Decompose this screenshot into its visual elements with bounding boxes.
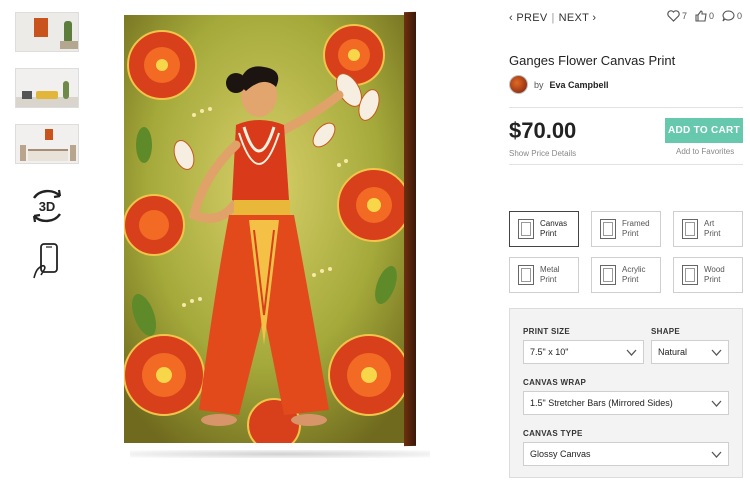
next-link[interactable]: NEXT › (559, 12, 597, 24)
like-count: 7 (681, 11, 687, 21)
canvas-type-select[interactable]: Glossy Canvas (523, 442, 729, 466)
framed-print-icon (600, 219, 616, 239)
social-actions: 7 0 0 (667, 10, 742, 22)
canvas-wrap-select[interactable]: 1.5" Stretcher Bars (Mirrored Sides) (523, 391, 729, 415)
wood-print-icon (682, 265, 698, 285)
chevron-down-icon (711, 400, 722, 407)
print-options-panel: PRINT SIZE 7.5" x 10" SHAPE Natural CANV… (509, 308, 743, 478)
canvas-wrap-value: 1.5" Stretcher Bars (Mirrored Sides) (530, 398, 673, 408)
thumbnail-artwork-wall[interactable] (15, 12, 79, 52)
product-title: Ganges Flower Canvas Print (509, 53, 676, 68)
comment-icon (722, 10, 735, 22)
acrylic-print-icon (600, 265, 616, 285)
canvas-type-value: Glossy Canvas (530, 449, 591, 459)
canvas-type-label: CANVAS TYPE (523, 429, 583, 438)
prev-label: PREV (516, 12, 548, 24)
artist-name-link[interactable]: Eva Campbell (550, 80, 609, 90)
comment-button[interactable]: 0 (722, 10, 742, 22)
canvas-print-icon (518, 219, 534, 239)
shape-label: SHAPE (651, 327, 681, 336)
product-type-label: Wood Print (704, 265, 725, 284)
product-type-label: Canvas Print (540, 219, 568, 238)
thumbs-up-count: 0 (708, 11, 714, 21)
product-type-metal-print[interactable]: Metal Print (509, 257, 579, 293)
artwork-canvas-preview[interactable] (124, 11, 430, 458)
artwork-image (124, 15, 404, 443)
prev-next-nav: ‹ PREV | NEXT › (509, 12, 596, 24)
product-type-acrylic-print[interactable]: Acrylic Print (591, 257, 661, 293)
thumbs-up-icon (695, 10, 707, 22)
price: $70.00 (509, 118, 577, 143)
thumbs-up-button[interactable]: 0 (695, 10, 714, 22)
product-type-art-print[interactable]: Art Print (673, 211, 743, 247)
comment-count: 0 (736, 11, 742, 21)
product-type-label: Metal Print (540, 265, 560, 284)
add-to-cart-button[interactable]: ADD TO CART (665, 118, 743, 143)
heart-icon (667, 10, 680, 22)
canvas-edge (404, 11, 416, 447)
product-type-label: Acrylic Print (622, 265, 646, 284)
by-label: by (534, 79, 544, 90)
thumbnail-room-bedroom[interactable] (15, 124, 79, 164)
print-size-value: 7.5" x 10" (530, 347, 569, 357)
art-print-icon (682, 219, 698, 239)
like-button[interactable]: 7 (667, 10, 687, 22)
chevron-down-icon (711, 349, 722, 356)
shape-value: Natural (658, 347, 688, 357)
divider (509, 164, 743, 165)
shape-select[interactable]: Natural (651, 340, 729, 364)
artist-info: by Eva Campbell (509, 75, 609, 94)
nav-separator: | (551, 12, 555, 24)
product-type-wood-print[interactable]: Wood Print (673, 257, 743, 293)
next-label: NEXT (558, 12, 589, 24)
canvas-wrap-label: CANVAS WRAP (523, 378, 587, 387)
prev-link[interactable]: ‹ PREV (509, 12, 547, 24)
svg-text:3D: 3D (39, 199, 56, 214)
product-type-label: Framed Print (622, 219, 650, 238)
canvas-shadow (130, 450, 430, 458)
product-type-framed-print[interactable]: Framed Print (591, 211, 661, 247)
avatar[interactable] (509, 75, 528, 94)
product-type-canvas-print[interactable]: Canvas Print (509, 211, 579, 247)
mobile-ar-icon[interactable] (30, 242, 64, 280)
thumbnail-list (15, 12, 81, 180)
thumbnail-room-living[interactable] (15, 68, 79, 108)
metal-print-icon (518, 265, 534, 285)
add-to-favorites-link[interactable]: Add to Favorites (676, 147, 734, 156)
print-size-label: PRINT SIZE (523, 327, 571, 336)
chevron-down-icon (626, 349, 637, 356)
3d-view-icon[interactable]: 3D (26, 188, 68, 224)
chevron-down-icon (711, 451, 722, 458)
print-size-select[interactable]: 7.5" x 10" (523, 340, 644, 364)
show-price-details-link[interactable]: Show Price Details (509, 149, 576, 158)
divider (509, 107, 743, 108)
product-type-label: Art Print (704, 219, 721, 238)
